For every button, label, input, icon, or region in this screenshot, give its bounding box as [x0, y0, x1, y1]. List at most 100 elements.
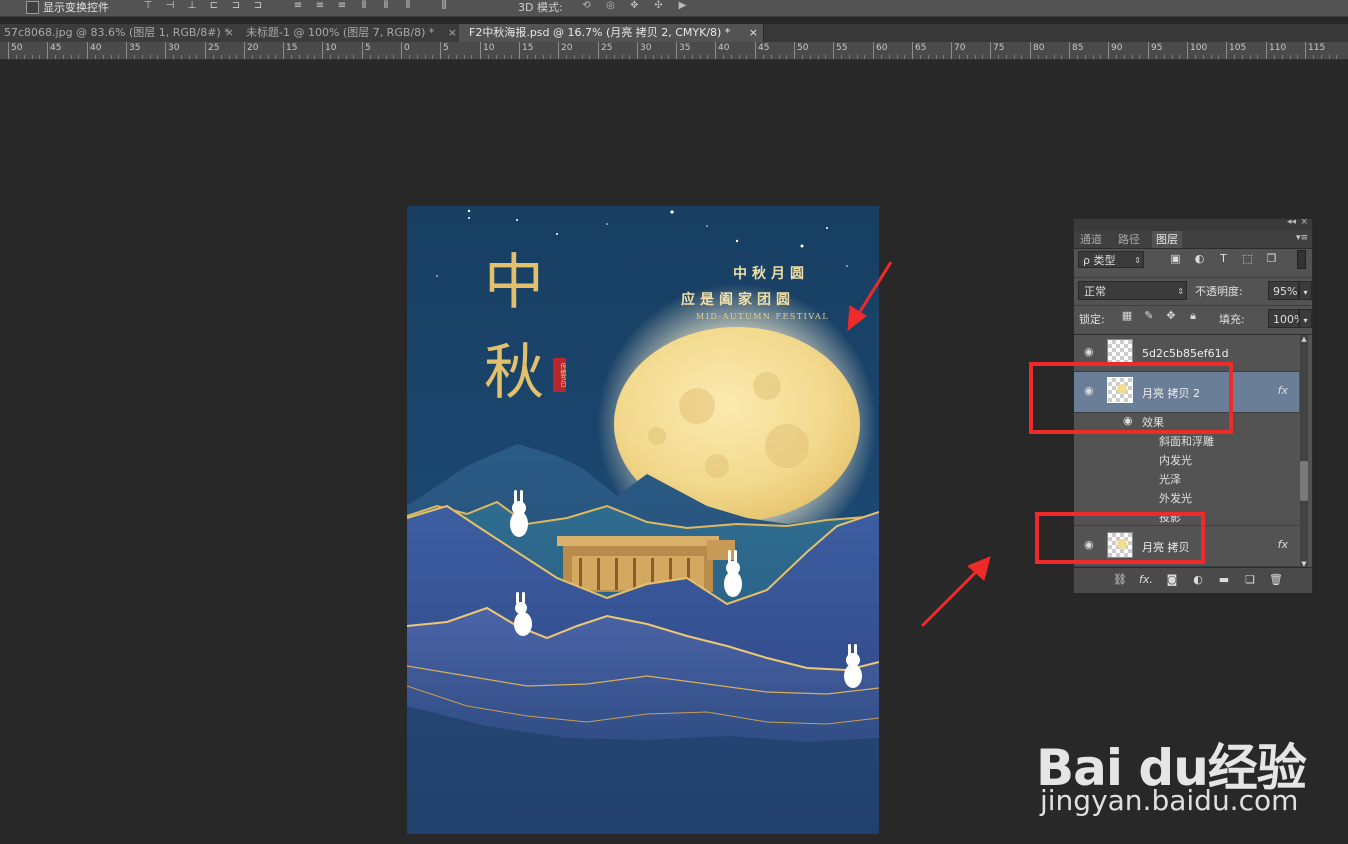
ruler-label: 15: [286, 43, 298, 53]
poster-headline-2: 应是阖家团圆: [681, 292, 795, 308]
image-filter-icon[interactable]: ▣: [1168, 251, 1183, 266]
effect-bevel[interactable]: 斜面和浮雕: [1159, 433, 1214, 449]
ruler-major-tick: [87, 42, 88, 59]
ruler-minor-tick: [1336, 55, 1337, 59]
align-bottom-icon[interactable]: ⊥: [184, 0, 200, 12]
close-icon[interactable]: ×: [448, 24, 457, 42]
ruler-minor-tick: [1313, 55, 1314, 59]
distribute-right-icon[interactable]: ⫴: [400, 0, 416, 12]
fx-icon[interactable]: fx: [1278, 384, 1288, 397]
align-left-icon[interactable]: ⊏: [206, 0, 222, 12]
effect-outer-glow[interactable]: 外发光: [1159, 490, 1192, 506]
scroll-up-icon[interactable]: ▲: [1300, 335, 1308, 343]
drag-3d-icon[interactable]: ✥: [626, 0, 643, 12]
adjustment-filter-icon[interactable]: ◐: [1192, 251, 1207, 266]
new-group-icon[interactable]: ▬: [1216, 573, 1232, 587]
ruler-minor-tick: [967, 55, 968, 59]
fill-dropdown[interactable]: ▾: [1299, 309, 1312, 328]
layers-scrollbar[interactable]: ▲ ▼: [1300, 335, 1308, 568]
align-top-icon[interactable]: ⊤: [140, 0, 156, 12]
ruler-minor-tick: [771, 55, 772, 59]
close-icon[interactable]: ×: [749, 24, 758, 42]
arrow-bottom: [920, 556, 991, 628]
blend-mode-select[interactable]: 正常 ⇕: [1078, 281, 1187, 300]
lock-transparent-icon[interactable]: ▦: [1120, 309, 1134, 323]
ruler-major-tick: [401, 42, 402, 59]
ruler-label: 0: [404, 43, 410, 53]
roll-3d-icon[interactable]: ◎: [602, 0, 619, 12]
ruler-label: 105: [1229, 43, 1247, 53]
ruler-major-tick: [322, 42, 323, 59]
options-bar: 显示变换控件 ⊤ ⊣ ⊥ ⊏ ⊐ ⊐ ≡ ≡ ≡ ⫴ ⫴ ⫴ ⫼ 3D 模式: …: [0, 0, 1348, 17]
align-hcenter-icon[interactable]: ⊐: [228, 0, 244, 12]
poster-canvas[interactable]: 中 秋 传统节日 中秋月圆 应是阖家团圆 MID-AUTUMN FESTIVAL: [407, 206, 879, 834]
distribute-left-icon[interactable]: ⫴: [356, 0, 372, 12]
effect-inner-glow[interactable]: 内发光: [1159, 452, 1192, 468]
distribute-top-icon[interactable]: ≡: [290, 0, 306, 12]
tab-doc-3[interactable]: F2中秋海报.psd @ 16.7% (月亮 拷贝 2, CMYK/8) * ×: [459, 24, 764, 42]
show-transform-checkbox[interactable]: [26, 1, 39, 14]
ruler-label: 30: [640, 43, 652, 53]
ruler-minor-tick: [291, 55, 292, 59]
type-filter-icon[interactable]: T: [1216, 251, 1231, 266]
ruler-minor-tick: [1100, 55, 1101, 59]
ruler-label: 70: [954, 43, 966, 53]
add-style-icon[interactable]: fx.: [1138, 573, 1154, 587]
ruler-major-tick: [1226, 42, 1227, 59]
opacity-dropdown[interactable]: ▾: [1299, 281, 1312, 300]
ruler-minor-tick: [299, 55, 300, 59]
filter-toggle[interactable]: [1297, 250, 1306, 269]
lock-position-icon[interactable]: ✥: [1164, 309, 1178, 323]
close-icon[interactable]: ×: [225, 24, 234, 42]
smartobject-filter-icon[interactable]: ❐: [1264, 251, 1279, 266]
ruler-minor-tick: [566, 55, 567, 59]
distribute-vcenter-icon[interactable]: ≡: [312, 0, 328, 12]
fx-icon[interactable]: fx: [1278, 538, 1288, 551]
mode-3d-label: 3D 模式:: [518, 1, 563, 14]
distribute-hcenter-icon[interactable]: ⫴: [378, 0, 394, 12]
auto-align-icon[interactable]: ⫼: [436, 0, 452, 12]
ruler-minor-tick: [897, 55, 898, 59]
new-adjustment-icon[interactable]: ◐: [1190, 573, 1206, 587]
tab-doc-2[interactable]: 未标题-1 @ 100% (图层 7, RGB/8) * ×: [236, 24, 463, 42]
shape-filter-icon[interactable]: ⬚: [1240, 251, 1255, 266]
ruler-minor-tick: [39, 55, 40, 59]
opacity-input[interactable]: 95%: [1268, 281, 1299, 300]
tab-doc-1[interactable]: 57c8068.jpg @ 83.6% (图层 1, RGB/8#) * ×: [0, 24, 240, 42]
align-vcenter-icon[interactable]: ⊣: [162, 0, 178, 12]
scale-3d-icon[interactable]: ▶: [674, 0, 691, 12]
ruler-minor-tick: [731, 55, 732, 59]
rotate-3d-icon[interactable]: ⟲: [578, 0, 595, 12]
lock-image-icon[interactable]: ✎: [1142, 309, 1156, 323]
slide-3d-icon[interactable]: ✣: [650, 0, 667, 12]
horizontal-ruler[interactable]: 50 45 40 35 30 25 20 15 10 5 0 5 10 15 20 25 30 35 40 45 50 5…: [0, 42, 1348, 60]
link-layers-icon[interactable]: ⛓: [1112, 573, 1128, 587]
delete-layer-icon[interactable]: 🗑︎: [1268, 573, 1284, 587]
filter-icons: ▣ ◐ T ⬚ ❐: [1168, 251, 1279, 266]
ruler-major-tick: [1108, 42, 1109, 59]
tab-channels[interactable]: 通道: [1076, 231, 1106, 248]
ruler-minor-tick: [1132, 55, 1133, 59]
ruler-label: 100: [1190, 43, 1208, 53]
tab-paths[interactable]: 路径: [1114, 231, 1144, 248]
align-right-icon[interactable]: ⊐: [250, 0, 266, 12]
lock-all-icon[interactable]: 🔒︎: [1186, 309, 1200, 323]
ruler-minor-tick: [692, 55, 693, 59]
collapse-icon[interactable]: ◂◂: [1287, 217, 1296, 227]
panel-menu-icon[interactable]: ▾≡: [1296, 233, 1308, 243]
ruler-minor-tick: [864, 55, 865, 59]
fill-input[interactable]: 100%: [1268, 309, 1304, 328]
ruler-minor-tick: [1297, 55, 1298, 59]
panel-footer: ⛓ fx. ◙ ◐ ▬ ❏ 🗑︎: [1074, 567, 1312, 593]
distribute-bottom-icon[interactable]: ≡: [334, 0, 350, 12]
new-layer-icon[interactable]: ❏: [1242, 573, 1258, 587]
scroll-thumb[interactable]: [1300, 461, 1308, 501]
add-mask-icon[interactable]: ◙: [1164, 573, 1180, 587]
chevron-down-icon: ▾: [1303, 288, 1308, 297]
ruler-label: 40: [90, 43, 102, 53]
effect-satin[interactable]: 光泽: [1159, 471, 1181, 487]
close-icon[interactable]: ×: [1300, 217, 1308, 227]
tab-layers[interactable]: 图层: [1152, 231, 1182, 248]
filter-kind-select[interactable]: ρ 类型 ⇕: [1078, 251, 1144, 268]
eye-icon[interactable]: ◉: [1084, 345, 1094, 358]
